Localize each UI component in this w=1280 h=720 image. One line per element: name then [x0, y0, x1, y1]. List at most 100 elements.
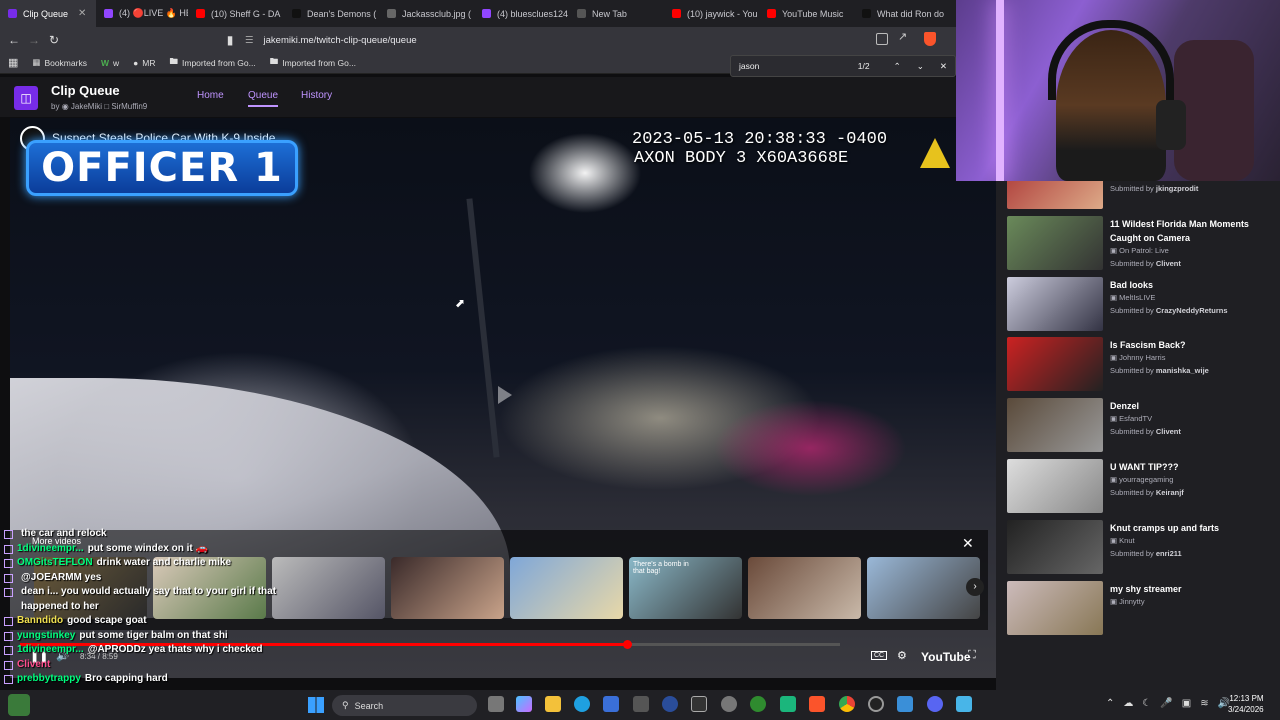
queue-thumbnail[interactable] [1007, 216, 1103, 270]
chat-username[interactable]: Banndido [17, 614, 63, 629]
queue-item[interactable]: Knut cramps up and farts ▣ Knut Submitted … [1007, 520, 1277, 574]
author-link[interactable]: JakeMiki [71, 102, 102, 111]
windows-start-icon[interactable] [308, 697, 324, 713]
obs-icon[interactable] [868, 696, 884, 712]
clock[interactable]: 12:13 PM 3/24/2026 [1228, 693, 1264, 715]
settings-gear-icon[interactable]: ⚙ [897, 649, 907, 662]
submitted-by-label: Submitted by [1110, 184, 1154, 193]
xbox-icon[interactable] [750, 696, 766, 712]
more-video-thumbnail[interactable] [391, 557, 504, 619]
queue-thumbnail[interactable] [1007, 581, 1103, 635]
queue-thumbnail[interactable] [1007, 520, 1103, 574]
share-icon[interactable]: ↗ [898, 30, 907, 43]
chat-username[interactable]: yungstinkey [17, 629, 75, 644]
submitter-name: Clivent [1155, 259, 1181, 268]
queue-item[interactable]: Bad looks ▣ MeltIsLIVE Submitted by CrazyN… [1007, 277, 1277, 331]
discord-icon[interactable] [927, 696, 943, 712]
calculator-icon[interactable] [633, 696, 649, 712]
browser-tab[interactable]: (10) Sheff G - DA [188, 0, 284, 27]
more-video-thumbnail[interactable] [272, 557, 385, 619]
next-arrow-icon[interactable]: › [966, 578, 984, 596]
browser-tab[interactable]: (10) jaywick - You [664, 0, 759, 27]
app-screen-icon[interactable] [691, 696, 707, 712]
officer-1-logo: OFFICER 1 [26, 140, 298, 196]
find-close-icon[interactable]: ✕ [940, 61, 947, 72]
queue-item[interactable]: Denzel ▣ EsfandTV Submitted by Clivent [1007, 398, 1277, 452]
browser-tab[interactable]: New Tab [569, 0, 664, 27]
url-field[interactable]: ☰ jakemiki.me/twitch-clip-queue/queue [245, 32, 935, 48]
more-video-thumbnail[interactable]: There's a bomb in that bag! [629, 557, 742, 619]
submitted-by-label: Submitted by [1110, 427, 1154, 436]
browser-tab[interactable]: Jackassclub.jpg ( [379, 0, 474, 27]
settings-icon[interactable] [721, 696, 737, 712]
youtube-logo[interactable]: YouTube [921, 650, 971, 664]
chat-message: OMGitsTEFLON drink water and charlie mike [0, 556, 280, 571]
find-prev-icon[interactable]: ⌃ [894, 61, 901, 72]
queue-thumbnail[interactable] [1007, 398, 1103, 452]
browser-tab[interactable]: (4) 🔴LIVE 🔥 HE [96, 0, 188, 27]
chat-username[interactable]: 1divineempr... [17, 542, 84, 557]
nav-queue[interactable]: Queue [248, 90, 279, 107]
file-explorer-icon[interactable] [545, 696, 561, 712]
bookmark-icon[interactable]: ▮ [220, 33, 240, 47]
browser-tab[interactable]: Dean's Demons ( [284, 0, 379, 27]
chat-username[interactable]: prebbytrappy [17, 672, 81, 687]
chrome-icon[interactable] [839, 696, 855, 712]
bookmark-imported-2[interactable]: 🖿 Imported from Go... [270, 56, 356, 70]
queue-item[interactable]: Is Fascism Back? ▣ Johnny Harris Submitted… [1007, 337, 1277, 391]
notepad-icon[interactable] [956, 696, 972, 712]
back-icon[interactable]: ← [4, 33, 24, 47]
edge-icon[interactable] [574, 696, 590, 712]
find-next-icon[interactable]: ⌄ [917, 61, 924, 72]
captions-icon[interactable]: CC [871, 651, 888, 660]
forward-icon[interactable]: → [24, 33, 44, 47]
more-video-thumbnail[interactable] [867, 557, 980, 619]
submitter-name: manishka_wije [1155, 366, 1209, 375]
folder-icon: 🖿 [169, 55, 179, 66]
queue-thumbnail[interactable] [1007, 459, 1103, 513]
taskbar-search[interactable]: ⚲ Search [332, 695, 477, 716]
store-icon[interactable] [603, 696, 619, 712]
tab-close-icon[interactable]: ✕ [78, 8, 86, 19]
play-overlay-icon[interactable] [498, 386, 512, 404]
queue-thumbnail[interactable] [1007, 337, 1103, 391]
app-header: ◫ Clip Queue by ◉ JakeMiki □ SirMuffin9 … [0, 77, 996, 117]
tab-label: Jackassclub.jpg ( [402, 8, 472, 19]
copilot-icon[interactable] [516, 696, 532, 712]
queue-item[interactable]: my shy streamer ▣ Jinnytty [1007, 581, 1277, 635]
reload-icon[interactable]: ↻ [44, 33, 64, 47]
widgets-icon[interactable] [8, 694, 30, 716]
app-h-icon[interactable] [780, 696, 796, 712]
apps-icon[interactable]: ▦ [8, 56, 18, 69]
close-more-videos-icon[interactable]: ✕ [962, 535, 974, 552]
submitted-by-label: Submitted by [1110, 366, 1154, 375]
queue-thumbnail[interactable] [1007, 277, 1103, 331]
bookmark-mr[interactable]: ● MR [133, 58, 155, 68]
extensions-icon[interactable] [876, 33, 888, 45]
photos-icon[interactable] [897, 696, 913, 712]
browser-tab[interactable]: What did Ron do [854, 0, 949, 27]
browser-tab[interactable]: (4) bluesclues124 [474, 0, 569, 27]
nav-home[interactable]: Home [197, 90, 224, 101]
bookmarks-folder[interactable]: ▦ Bookmarks [32, 57, 87, 68]
brave-shield-icon[interactable] [924, 32, 936, 46]
chat-username[interactable]: Clivent [17, 658, 50, 673]
nav-history[interactable]: History [301, 90, 332, 101]
site-info-icon[interactable]: ☰ [245, 35, 254, 46]
chat-username[interactable]: OMGitsTEFLON [17, 556, 93, 571]
channel-link[interactable]: SirMuffin9 [111, 102, 147, 111]
bookmark-imported-1[interactable]: 🖿 Imported from Go... [170, 56, 256, 70]
queue-item[interactable]: 11 Wildest Florida Man Moments Caught on… [1007, 216, 1277, 270]
more-video-thumbnail[interactable] [510, 557, 623, 619]
queue-item[interactable]: U WANT TIP??? ▣ yourragegaming Submitted b… [1007, 459, 1277, 513]
browser-tab[interactable]: Clip Queue ✕ [0, 0, 96, 27]
more-video-thumbnail[interactable] [748, 557, 861, 619]
browser-tab[interactable]: YouTube Music [759, 0, 854, 27]
app-c-icon[interactable] [662, 696, 678, 712]
find-input[interactable]: jason [739, 61, 848, 71]
bookmark-w[interactable]: Ww [101, 58, 119, 68]
task-view-icon[interactable] [488, 696, 504, 712]
chat-username[interactable]: 1divineempr... [17, 643, 84, 658]
brave-icon[interactable] [809, 696, 825, 712]
fullscreen-icon[interactable]: ⛶ [968, 649, 976, 662]
